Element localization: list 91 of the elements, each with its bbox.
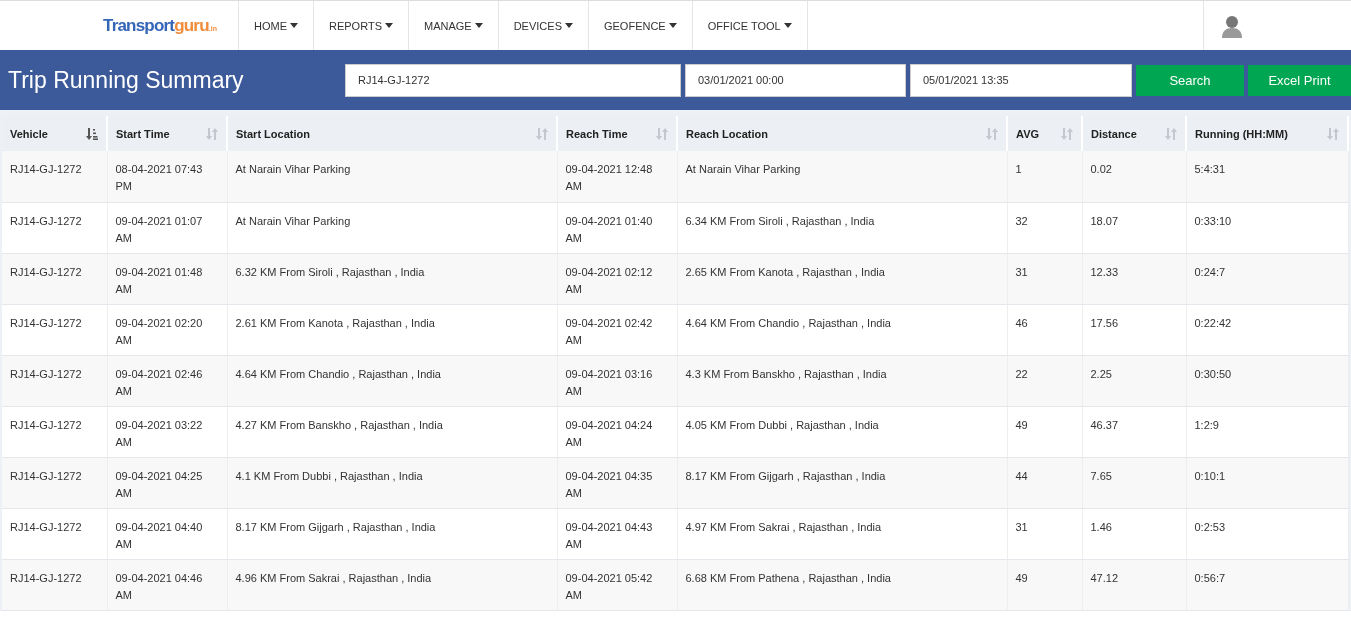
- table-cell: 0:22:42: [1186, 304, 1348, 355]
- table-cell: 1: [1007, 151, 1082, 202]
- column-header[interactable]: Start Time: [107, 116, 227, 151]
- table-cell: 5:4:31: [1186, 151, 1348, 202]
- table-cell: 1.46: [1082, 508, 1186, 559]
- table-cell: 46: [1007, 304, 1082, 355]
- column-header[interactable]: AVG: [1007, 116, 1082, 151]
- table-cell: 09-04-2021 02:42 AM: [557, 304, 677, 355]
- page-title: Trip Running Summary: [8, 66, 245, 94]
- table-cell: 47.12: [1082, 559, 1186, 610]
- table-cell: 8.17 KM From Gijgarh , Rajasthan , India: [677, 457, 1007, 508]
- table-cell: 09-04-2021 05:42 AM: [557, 559, 677, 610]
- table-cell: 8.17 KM From Gijgarh , Rajasthan , India: [227, 508, 557, 559]
- table-cell: At Narain Vihar Parking: [227, 202, 557, 253]
- to-date-field[interactable]: 05/01/2021 13:35: [910, 63, 1132, 97]
- column-header[interactable]: Reach Location: [677, 116, 1007, 151]
- column-header[interactable]: Reach Time: [557, 116, 677, 151]
- table-cell: 31: [1007, 508, 1082, 559]
- table-cell: 49: [1007, 559, 1082, 610]
- table-cell: RJ14-GJ-1272: [2, 508, 107, 559]
- table-cell: 49: [1007, 406, 1082, 457]
- table-cell: 0:56:7: [1186, 559, 1348, 610]
- caret-icon: [783, 23, 792, 28]
- table-cell: 0:2:53: [1186, 508, 1348, 559]
- caret-icon: [668, 23, 677, 28]
- table-cell: 09-04-2021 01:07 AM: [107, 202, 227, 253]
- column-header[interactable]: Distance: [1082, 116, 1186, 151]
- table-cell: 09-04-2021 12:48 AM: [557, 151, 677, 202]
- table-cell: 0:24:7: [1186, 253, 1348, 304]
- table-cell: 09-04-2021 02:20 AM: [107, 304, 227, 355]
- caret-icon: [564, 23, 573, 28]
- table-cell: 09-04-2021 01:40 AM: [557, 202, 677, 253]
- table-cell: 08-04-2021 07:43 PM: [107, 151, 227, 202]
- table-cell: 4.27 KM From Banskho , Rajasthan , India: [227, 406, 557, 457]
- table-cell: 12.33: [1082, 253, 1186, 304]
- table-cell: 09-04-2021 04:40 AM: [107, 508, 227, 559]
- caret-icon: [385, 23, 393, 28]
- table-cell: 2.25: [1082, 355, 1186, 406]
- table-cell: 4.1 KM From Dubbi , Rajasthan , India: [227, 457, 557, 508]
- table-cell: 09-04-2021 04:46 AM: [107, 559, 227, 610]
- table-cell: 4.64 KM From Chandio , Rajasthan , India: [677, 304, 1007, 355]
- table-cell: RJ14-GJ-1272: [2, 457, 107, 508]
- table-cell: At Narain Vihar Parking: [227, 151, 557, 202]
- table-cell: 09-04-2021 01:48 AM: [107, 253, 227, 304]
- table-cell: 22: [1007, 355, 1082, 406]
- caret-icon: [290, 23, 298, 28]
- table-cell: 2.65 KM From Kanota , Rajasthan , India: [677, 253, 1007, 304]
- table-cell: 09-04-2021 04:24 AM: [557, 406, 677, 457]
- table-cell: 18.07: [1082, 202, 1186, 253]
- column-header[interactable]: Running (HH:MM): [1186, 116, 1348, 151]
- table-cell: 4.97 KM From Sakrai , Rajasthan , India: [677, 508, 1007, 559]
- table-cell: RJ14-GJ-1272: [2, 304, 107, 355]
- table-cell: 6.32 KM From Siroli , Rajasthan , India: [227, 253, 557, 304]
- table-cell: 17.56: [1082, 304, 1186, 355]
- table-cell: 4.96 KM From Sakrai , Rajasthan , India: [227, 559, 557, 610]
- table-cell: RJ14-GJ-1272: [2, 406, 107, 457]
- table-cell: 09-04-2021 04:35 AM: [557, 457, 677, 508]
- table-cell: 09-04-2021 02:46 AM: [107, 355, 227, 406]
- table-cell: 09-04-2021 02:12 AM: [557, 253, 677, 304]
- table-cell: 4.3 KM From Banskho , Rajasthan , India: [677, 355, 1007, 406]
- table-cell: 09-04-2021 03:16 AM: [557, 355, 677, 406]
- table-cell: 0:33:10: [1186, 202, 1348, 253]
- caret-icon: [474, 23, 483, 28]
- column-header[interactable]: Vehicle: [2, 116, 107, 151]
- table-cell: 09-04-2021 04:43 AM: [557, 508, 677, 559]
- table-cell: At Narain Vihar Parking: [677, 151, 1007, 202]
- table-cell: 46.37: [1082, 406, 1186, 457]
- column-header[interactable]: Start Location: [227, 116, 557, 151]
- table-cell: 31: [1007, 253, 1082, 304]
- table-cell: 0.02: [1082, 151, 1186, 202]
- table-cell: RJ14-GJ-1272: [2, 202, 107, 253]
- table-cell: 09-04-2021 03:22 AM: [107, 406, 227, 457]
- table-cell: 0:10:1: [1186, 457, 1348, 508]
- table-cell: 4.64 KM From Chandio , Rajasthan , India: [227, 355, 557, 406]
- table-cell: 0:30:50: [1186, 355, 1348, 406]
- table-cell: 2.61 KM From Kanota , Rajasthan , India: [227, 304, 557, 355]
- table-cell: 32: [1007, 202, 1082, 253]
- table-cell: 44: [1007, 457, 1082, 508]
- table-cell: 4.05 KM From Dubbi , Rajasthan , India: [677, 406, 1007, 457]
- table-cell: 09-04-2021 04:25 AM: [107, 457, 227, 508]
- table-cell: 6.68 KM From Pathena , Rajasthan , India: [677, 559, 1007, 610]
- table-cell: RJ14-GJ-1272: [2, 355, 107, 406]
- from-date-field[interactable]: 03/01/2021 00:00: [685, 63, 906, 97]
- avatar-icon[interactable]: [1221, 13, 1243, 38]
- table-cell: 7.65: [1082, 457, 1186, 508]
- table-cell: 1:2:9: [1186, 406, 1348, 457]
- table-cell: 6.34 KM From Siroli , Rajasthan , India: [677, 202, 1007, 253]
- table-cell: RJ14-GJ-1272: [2, 151, 107, 202]
- table-cell: RJ14-GJ-1272: [2, 559, 107, 610]
- table-cell: RJ14-GJ-1272: [2, 253, 107, 304]
- vehicle-field[interactable]: RJ14-GJ-1272: [345, 63, 681, 97]
